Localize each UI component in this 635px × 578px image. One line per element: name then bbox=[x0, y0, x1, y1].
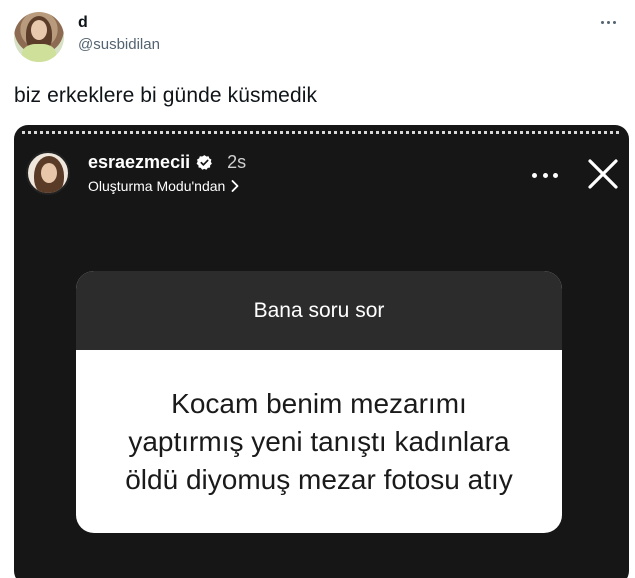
story-more-dot bbox=[542, 172, 548, 178]
tweet-text: biz erkeklere bi günde küsmedik bbox=[14, 84, 318, 107]
question-line: öldü diyomuş mezar fotosu atıy bbox=[125, 463, 513, 495]
story-more-icon[interactable] bbox=[532, 171, 558, 179]
story-progress-bar bbox=[22, 131, 621, 134]
story-more-dot bbox=[553, 172, 558, 178]
tweet-card: d @susbidilan biz erkeklere bi günde küs… bbox=[0, 0, 635, 578]
avatar-face bbox=[31, 20, 47, 40]
story-subtitle-row[interactable]: Oluşturma Modu'ndan bbox=[88, 178, 239, 194]
story-avatar bbox=[26, 151, 70, 195]
story-avatar-face bbox=[41, 163, 57, 183]
chevron-right-icon bbox=[231, 180, 239, 192]
more-dot bbox=[606, 20, 610, 24]
question-box: Bana soru sor Kocam benim mezarımı yaptı… bbox=[76, 271, 562, 533]
tweet-media-story-screenshot[interactable]: esraezmecii 2s Oluşturma Modu'ndan Bana … bbox=[14, 125, 629, 578]
story-username: esraezmecii bbox=[88, 152, 191, 172]
question-text: Kocam benim mezarımı yaptırmış yeni tanı… bbox=[76, 350, 562, 533]
question-line: Kocam benim mezarımı bbox=[171, 387, 467, 419]
story-more-dot bbox=[532, 172, 537, 178]
story-user-row: esraezmecii 2s bbox=[88, 152, 246, 173]
question-line: yaptırmış yeni tanıştı kadınlara bbox=[128, 425, 510, 457]
story-subtitle: Oluşturma Modu'ndan bbox=[88, 178, 226, 194]
verified-badge-icon bbox=[196, 155, 212, 170]
more-dot bbox=[612, 20, 616, 24]
user-handle[interactable]: @susbidilan bbox=[78, 36, 160, 53]
avatar-body bbox=[22, 44, 56, 62]
close-icon[interactable] bbox=[587, 158, 619, 190]
display-name[interactable]: d bbox=[78, 14, 88, 32]
story-time: 2s bbox=[227, 152, 247, 172]
user-avatar[interactable] bbox=[14, 12, 64, 62]
more-horizontal-icon[interactable] bbox=[595, 12, 621, 32]
more-dot bbox=[600, 20, 604, 24]
question-box-header: Bana soru sor bbox=[76, 271, 562, 350]
